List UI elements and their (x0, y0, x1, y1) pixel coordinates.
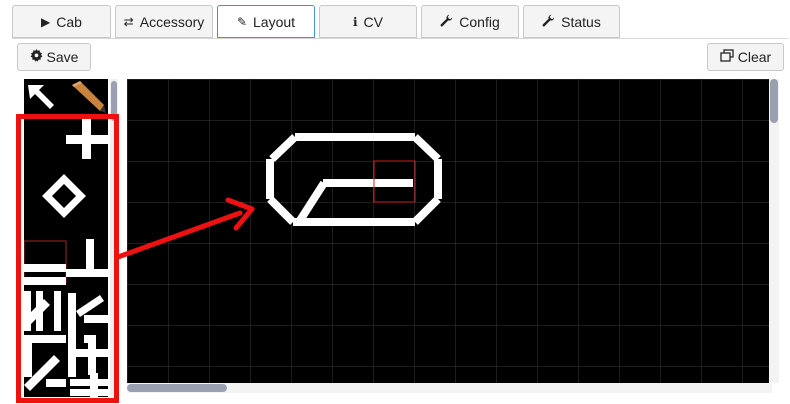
vertical-scroll-thumb[interactable] (770, 79, 778, 123)
palette-scrollbar[interactable] (110, 79, 118, 397)
tab-label: CV (363, 13, 383, 30)
tab-divider (12, 38, 788, 39)
shuffle-icon: ⇄ (123, 14, 134, 29)
pencil-icon: ✎ (236, 14, 247, 29)
tab-cv[interactable]: ℹ CV (319, 5, 417, 38)
window-restore-icon (720, 49, 734, 65)
layout-grid-canvas[interactable] (127, 79, 772, 383)
wrench-icon (542, 14, 555, 29)
save-label: Save (46, 49, 79, 65)
grid-vertical-scrollbar[interactable] (769, 79, 779, 383)
clear-label: Clear (737, 49, 772, 65)
gear-icon (30, 49, 43, 65)
save-button[interactable]: Save (17, 43, 91, 71)
clear-button[interactable]: Clear (707, 43, 784, 71)
wrench-icon (440, 14, 453, 29)
tab-label: Accessory (139, 13, 205, 30)
tab-label: Config (459, 13, 500, 30)
tab-label: Layout (253, 13, 296, 30)
pointer-arrow-icon[interactable] (24, 79, 66, 115)
play-icon: ▶ (41, 14, 51, 29)
tab-config[interactable]: Config (421, 5, 519, 38)
tab-accessory[interactable]: ⇄ Accessory (115, 5, 213, 38)
tab-cab[interactable]: ▶ Cab (12, 5, 111, 38)
horizontal-scroll-thumb[interactable] (127, 384, 227, 392)
info-icon: ℹ (352, 14, 358, 29)
grid-horizontal-scrollbar[interactable] (127, 383, 772, 393)
track-end-piece[interactable] (24, 240, 67, 285)
tool-palette (24, 79, 108, 397)
tab-status[interactable]: Status (523, 5, 620, 38)
tab-layout[interactable]: ✎ Layout (217, 5, 315, 38)
pencil-icon[interactable] (66, 79, 108, 115)
tab-label: Status (561, 13, 601, 30)
palette-scroll-thumb[interactable] (111, 81, 117, 121)
tab-label: Cab (56, 13, 82, 30)
layout-grid[interactable] (127, 79, 772, 383)
